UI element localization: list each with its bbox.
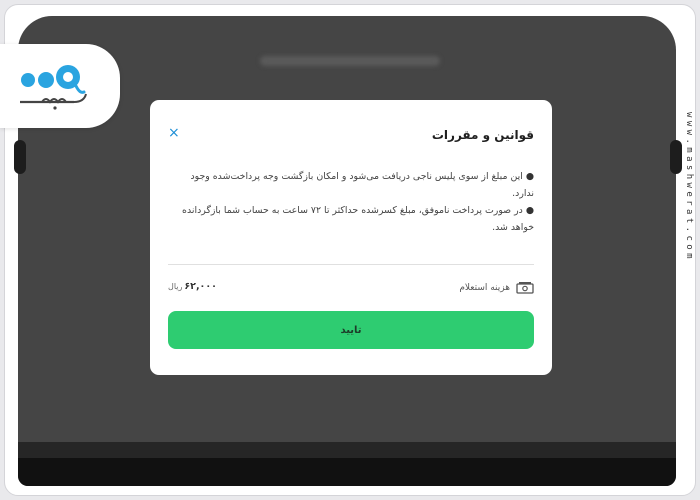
bullet-icon: ● <box>525 205 534 216</box>
divider <box>168 264 534 265</box>
device-side-button-right <box>670 140 682 174</box>
brand-logo-icon <box>20 65 87 110</box>
terms-item-1: ●این مبلغ از سوی پلیس ناجی دریافت می‌شود… <box>168 168 534 202</box>
dialog-title: قوانین و مقررات <box>431 128 534 142</box>
terms-text: ●این مبلغ از سوی پلیس ناجی دریافت می‌شود… <box>168 168 534 236</box>
terms-dialog: قوانین و مقررات × ●این مبلغ از سوی پلیس … <box>150 100 552 375</box>
cost-label-group: هزینه استعلام <box>459 281 534 294</box>
cost-amount: ۶۲,۰۰۰ <box>184 281 217 292</box>
device-side-button-left <box>14 140 26 174</box>
bullet-icon: ● <box>525 171 534 182</box>
cost-label: هزینه استعلام <box>459 282 510 293</box>
inquiry-cost-row: هزینه استعلام ۶۲,۰۰۰ ریال <box>168 280 534 296</box>
terms-item-1-text: این مبلغ از سوی پلیس ناجی دریافت می‌شود … <box>190 171 534 199</box>
cost-unit: ریال <box>168 282 183 291</box>
site-watermark: www.mashwerat.com <box>684 112 694 262</box>
terms-item-2-text: در صورت پرداخت ناموفق، مبلغ کسرشده حداکث… <box>182 205 534 233</box>
terms-item-2: ●در صورت پرداخت ناموفق، مبلغ کسرشده حداک… <box>168 202 534 236</box>
confirm-button[interactable]: تایید <box>168 311 534 349</box>
device-bottom-bar <box>18 442 676 486</box>
money-icon <box>516 282 534 294</box>
blurred-header-line <box>260 56 440 66</box>
brand-logo-badge <box>0 44 120 128</box>
cost-value-group: ۶۲,۰۰۰ ریال <box>168 281 217 292</box>
close-icon[interactable]: × <box>168 125 180 141</box>
